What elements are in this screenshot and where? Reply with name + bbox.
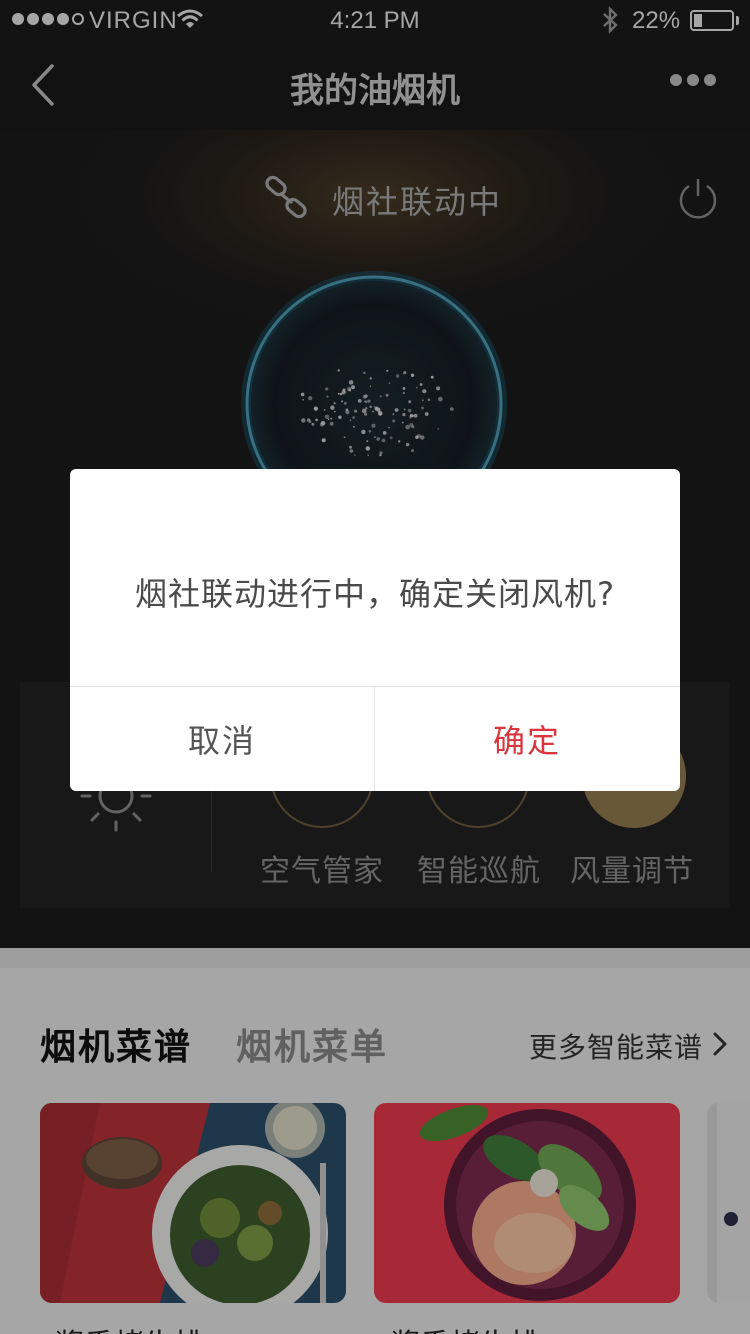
confirm-button[interactable]: 确定	[375, 687, 679, 791]
dialog-message: 烟社联动进行中，确定关闭风机?	[135, 575, 615, 613]
cancel-button[interactable]: 取消	[70, 687, 374, 791]
app-screen: VIRGIN 4:21 PM 22% 我的油烟机 烟社联动中 空气管家 智能巡航…	[0, 0, 750, 1334]
confirm-dialog: 烟社联动进行中，确定关闭风机? 取消 确定	[70, 469, 680, 791]
